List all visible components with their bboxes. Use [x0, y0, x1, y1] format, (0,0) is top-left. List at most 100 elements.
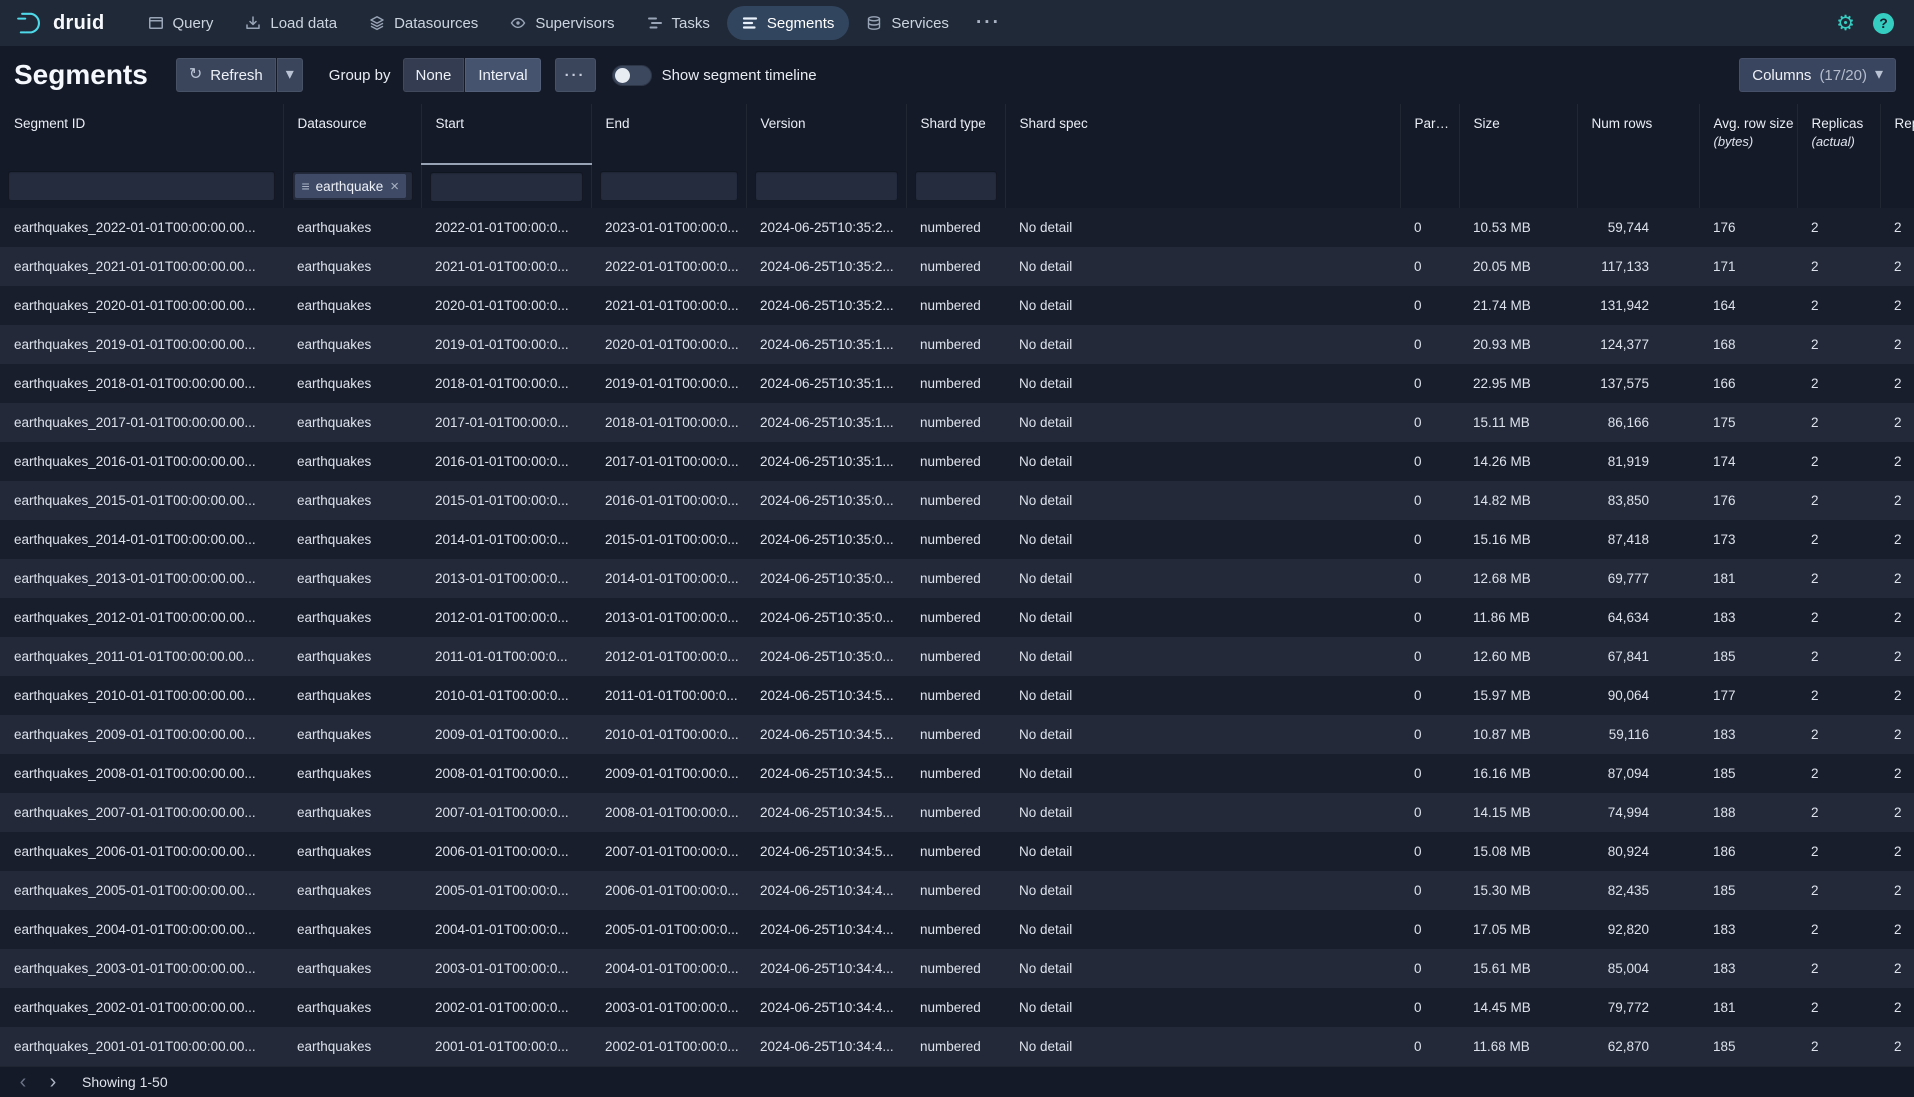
cell-version[interactable]: 2024-06-25T10:34:5... [746, 832, 906, 871]
cell-replication-factor[interactable]: 2 [1880, 325, 1914, 364]
cell-shard-type[interactable]: numbered [906, 520, 1005, 559]
cell-datasource[interactable]: earthquakes [283, 364, 421, 403]
cell-replicas[interactable]: 2 [1797, 598, 1880, 637]
cell-num-rows[interactable]: 117,133 [1577, 247, 1699, 286]
cell-replication-factor[interactable]: 2 [1880, 637, 1914, 676]
cell-avg-row-size[interactable]: 181 [1699, 988, 1797, 1027]
cell-num-rows[interactable]: 81,919 [1577, 442, 1699, 481]
table-row[interactable]: earthquakes_2015-01-01T00:00:00.00... ea… [0, 481, 1914, 520]
cell-avg-row-size[interactable]: 185 [1699, 754, 1797, 793]
cell-end[interactable]: 2006-01-01T00:00:0... [591, 871, 746, 910]
cell-shard-type[interactable]: numbered [906, 559, 1005, 598]
cell-avg-row-size[interactable]: 164 [1699, 286, 1797, 325]
datasource-filter-input[interactable]: ≡ earthquake × [292, 171, 413, 201]
cell-start[interactable]: 2016-01-01T00:00:0... [421, 442, 591, 481]
cell-partition[interactable]: 0 [1400, 481, 1459, 520]
cell-segment-id[interactable]: earthquakes_2013-01-01T00:00:00.00... [0, 559, 283, 598]
cell-partition[interactable]: 0 [1400, 637, 1459, 676]
col-header-replication-factor[interactable]: Replication factor [1880, 104, 1914, 164]
cell-partition[interactable]: 0 [1400, 793, 1459, 832]
cell-start[interactable]: 2013-01-01T00:00:0... [421, 559, 591, 598]
cell-shard-spec[interactable]: No detail [1005, 910, 1400, 949]
cell-avg-row-size[interactable]: 183 [1699, 715, 1797, 754]
cell-shard-type[interactable]: numbered [906, 637, 1005, 676]
cell-version[interactable]: 2024-06-25T10:35:1... [746, 325, 906, 364]
cell-replicas[interactable]: 2 [1797, 559, 1880, 598]
cell-partition[interactable]: 0 [1400, 442, 1459, 481]
cell-replicas[interactable]: 2 [1797, 871, 1880, 910]
cell-size[interactable]: 15.11 MB [1459, 403, 1577, 442]
next-page-button[interactable]: › [38, 1069, 68, 1095]
nav-item-load-data[interactable]: Load data [230, 6, 352, 40]
cell-shard-spec[interactable]: No detail [1005, 403, 1400, 442]
cell-end[interactable]: 2003-01-01T00:00:0... [591, 988, 746, 1027]
table-row[interactable]: earthquakes_2001-01-01T00:00:00.00... ea… [0, 1027, 1914, 1066]
col-header-size[interactable]: Size [1459, 104, 1577, 164]
table-row[interactable]: earthquakes_2009-01-01T00:00:00.00... ea… [0, 715, 1914, 754]
cell-num-rows[interactable]: 86,166 [1577, 403, 1699, 442]
nav-item-query[interactable]: Query [133, 6, 229, 40]
table-row[interactable]: earthquakes_2016-01-01T00:00:00.00... ea… [0, 442, 1914, 481]
cell-shard-spec[interactable]: No detail [1005, 988, 1400, 1027]
cell-num-rows[interactable]: 67,841 [1577, 637, 1699, 676]
cell-num-rows[interactable]: 90,064 [1577, 676, 1699, 715]
cell-start[interactable]: 2003-01-01T00:00:0... [421, 949, 591, 988]
refresh-interval-dropdown-button[interactable]: ▾ [277, 58, 303, 92]
start-filter-input[interactable] [430, 172, 583, 202]
cell-replicas[interactable]: 2 [1797, 520, 1880, 559]
cell-shard-type[interactable]: numbered [906, 715, 1005, 754]
cell-start[interactable]: 2022-01-01T00:00:0... [421, 208, 591, 247]
cell-replication-factor[interactable]: 2 [1880, 403, 1914, 442]
cell-start[interactable]: 2011-01-01T00:00:0... [421, 637, 591, 676]
cell-segment-id[interactable]: earthquakes_2006-01-01T00:00:00.00... [0, 832, 283, 871]
cell-avg-row-size[interactable]: 177 [1699, 676, 1797, 715]
cell-end[interactable]: 2017-01-01T00:00:0... [591, 442, 746, 481]
cell-segment-id[interactable]: earthquakes_2011-01-01T00:00:00.00... [0, 637, 283, 676]
cell-avg-row-size[interactable]: 185 [1699, 1027, 1797, 1066]
cell-version[interactable]: 2024-06-25T10:35:0... [746, 598, 906, 637]
cell-start[interactable]: 2018-01-01T00:00:0... [421, 364, 591, 403]
previous-page-button[interactable]: ‹ [8, 1069, 38, 1095]
cell-shard-type[interactable]: numbered [906, 793, 1005, 832]
cell-shard-type[interactable]: numbered [906, 481, 1005, 520]
cell-segment-id[interactable]: earthquakes_2018-01-01T00:00:00.00... [0, 364, 283, 403]
cell-segment-id[interactable]: earthquakes_2012-01-01T00:00:00.00... [0, 598, 283, 637]
cell-end[interactable]: 2004-01-01T00:00:0... [591, 949, 746, 988]
cell-num-rows[interactable]: 80,924 [1577, 832, 1699, 871]
cell-replication-factor[interactable]: 2 [1880, 832, 1914, 871]
cell-shard-spec[interactable]: No detail [1005, 832, 1400, 871]
cell-replication-factor[interactable]: 2 [1880, 754, 1914, 793]
cell-size[interactable]: 10.87 MB [1459, 715, 1577, 754]
cell-replication-factor[interactable]: 2 [1880, 442, 1914, 481]
col-header-version[interactable]: Version [746, 104, 906, 164]
cell-shard-spec[interactable]: No detail [1005, 598, 1400, 637]
cell-replication-factor[interactable]: 2 [1880, 520, 1914, 559]
cell-replicas[interactable]: 2 [1797, 442, 1880, 481]
cell-partition[interactable]: 0 [1400, 520, 1459, 559]
cell-replicas[interactable]: 2 [1797, 676, 1880, 715]
cell-num-rows[interactable]: 137,575 [1577, 364, 1699, 403]
cell-start[interactable]: 2015-01-01T00:00:0... [421, 481, 591, 520]
cell-num-rows[interactable]: 64,634 [1577, 598, 1699, 637]
cell-replicas[interactable]: 2 [1797, 715, 1880, 754]
cell-segment-id[interactable]: earthquakes_2022-01-01T00:00:00.00... [0, 208, 283, 247]
cell-size[interactable]: 20.05 MB [1459, 247, 1577, 286]
cell-size[interactable]: 21.74 MB [1459, 286, 1577, 325]
cell-datasource[interactable]: earthquakes [283, 637, 421, 676]
col-header-shard-spec[interactable]: Shard spec [1005, 104, 1400, 164]
cell-datasource[interactable]: earthquakes [283, 871, 421, 910]
cell-shard-spec[interactable]: No detail [1005, 364, 1400, 403]
cell-partition[interactable]: 0 [1400, 598, 1459, 637]
cell-replicas[interactable]: 2 [1797, 637, 1880, 676]
cell-num-rows[interactable]: 69,777 [1577, 559, 1699, 598]
cell-shard-spec[interactable]: No detail [1005, 637, 1400, 676]
cell-partition[interactable]: 0 [1400, 1027, 1459, 1066]
cell-end[interactable]: 2016-01-01T00:00:0... [591, 481, 746, 520]
cell-avg-row-size[interactable]: 171 [1699, 247, 1797, 286]
cell-start[interactable]: 2010-01-01T00:00:0... [421, 676, 591, 715]
cell-start[interactable]: 2006-01-01T00:00:0... [421, 832, 591, 871]
col-header-replicas[interactable]: Replicas(actual) [1797, 104, 1880, 164]
cell-datasource[interactable]: earthquakes [283, 403, 421, 442]
cell-datasource[interactable]: earthquakes [283, 325, 421, 364]
cell-partition[interactable]: 0 [1400, 715, 1459, 754]
